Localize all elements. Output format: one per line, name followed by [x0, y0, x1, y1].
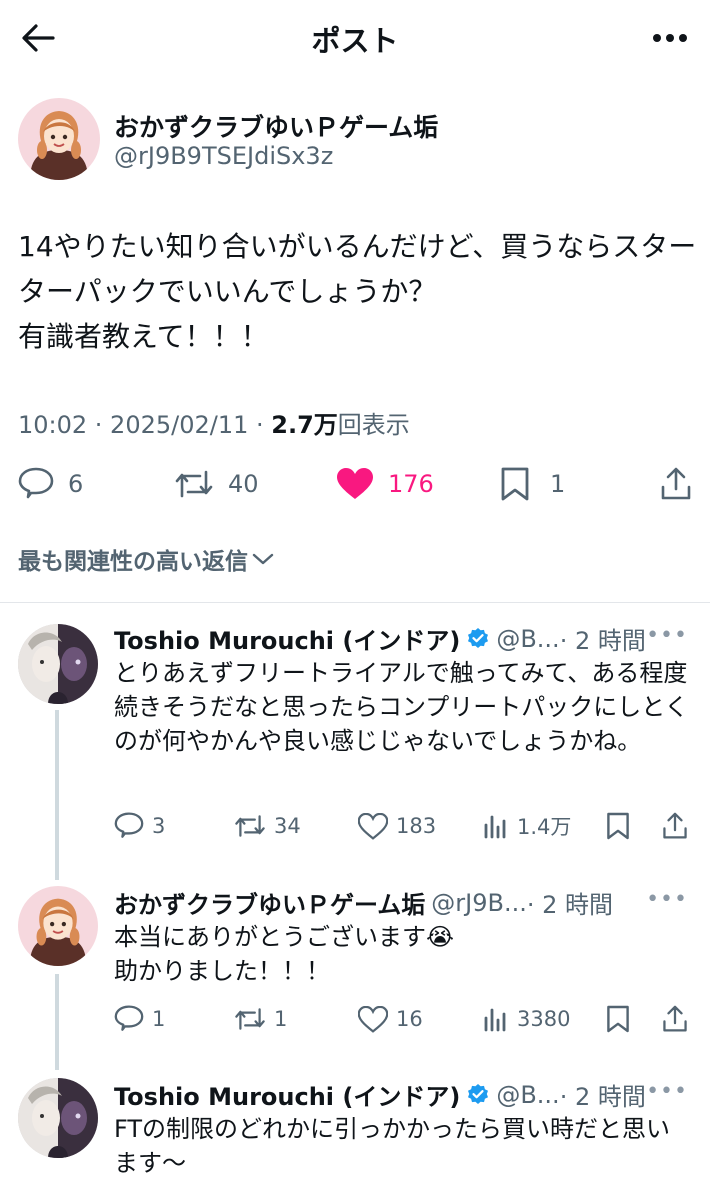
- avatar[interactable]: [18, 1078, 98, 1158]
- heart-icon: [358, 812, 388, 840]
- share-icon: [663, 812, 687, 839]
- chevron-down-icon: [252, 553, 274, 565]
- reply-text: 本当にありがとうございます😭 助かりました！！！: [114, 923, 455, 985]
- views-count: 3380: [517, 1007, 571, 1031]
- share-icon: [661, 467, 691, 500]
- reply-text: とりあえずフリートライアルで触ってみて、ある程度続きそうだなと思ったらコンプリー…: [114, 659, 689, 755]
- reply-count: 1: [152, 1007, 166, 1031]
- heart-icon: [337, 468, 373, 499]
- reply-sort-label: 最も関連性の高い返信: [18, 549, 248, 575]
- reply-author-handle[interactable]: @rJ9B...: [431, 889, 527, 917]
- reply-button[interactable]: 6: [18, 460, 83, 508]
- repost-button[interactable]: 40: [174, 460, 259, 508]
- post-view-label: 回表示: [337, 411, 410, 439]
- views-count: 1.4万: [517, 815, 572, 839]
- more-horizontal-icon[interactable]: •••: [646, 623, 688, 648]
- reply-button[interactable]: 1: [114, 1002, 165, 1036]
- like-button[interactable]: 176: [336, 460, 434, 508]
- repost-button[interactable]: 34: [234, 809, 301, 843]
- like-count: 16: [396, 1007, 423, 1031]
- reply-author-name[interactable]: Toshio Murouchi (インドア): [114, 621, 460, 656]
- repost-count: 34: [274, 814, 301, 838]
- reply-count: 3: [152, 814, 166, 838]
- post-action-bar: 6 40 176 1: [0, 460, 710, 508]
- verified-badge-icon: [468, 627, 489, 648]
- thread-line: [55, 974, 59, 1070]
- reply-timestamp[interactable]: · 2 時間: [560, 621, 646, 656]
- like-button[interactable]: 183: [358, 809, 436, 843]
- post-author-name[interactable]: おかずクラブゆいＰゲーム垢: [114, 108, 438, 144]
- bookmark-button[interactable]: [606, 1002, 630, 1036]
- reply-header: Toshio Murouchi (インドア) @B... · 2 時間: [114, 1077, 646, 1112]
- repost-icon: [175, 470, 213, 498]
- more-options-button[interactable]: [648, 20, 692, 56]
- reply-timestamp[interactable]: · 2 時間: [560, 1077, 646, 1112]
- reply-text: FTの制限のどれかに引っかかったら買い時だと思います〜: [114, 1115, 671, 1177]
- bookmark-icon: [501, 467, 529, 501]
- repost-count: 1: [274, 1007, 288, 1031]
- views-button[interactable]: 3380: [483, 1002, 570, 1036]
- bar-chart-icon: [484, 815, 506, 839]
- bookmark-button[interactable]: [606, 809, 630, 843]
- reply-timestamp[interactable]: · 2 時間: [527, 885, 613, 920]
- repost-button[interactable]: 1: [234, 1002, 287, 1036]
- post-author-handle[interactable]: @rJ9B9TSEJdiSx3z: [114, 142, 333, 170]
- post-text: 14やりたい知り合いがいるんだけど、買うならスターターパックでいいんでしょうか？…: [18, 230, 697, 353]
- reply-bubble-icon: [114, 1005, 144, 1031]
- verified-badge-icon: [468, 1083, 489, 1104]
- reply-sort-dropdown[interactable]: 最も関連性の高い返信: [18, 542, 274, 576]
- avatar[interactable]: [18, 98, 100, 180]
- reply-author-name[interactable]: Toshio Murouchi (インドア): [114, 1077, 460, 1112]
- more-horizontal-icon[interactable]: •••: [646, 887, 688, 912]
- thread-line: [55, 710, 59, 880]
- repost-icon: [235, 1008, 265, 1030]
- like-button[interactable]: 16: [358, 1002, 423, 1036]
- bookmark-icon: [607, 812, 629, 840]
- reply-bubble-icon: [18, 467, 54, 499]
- bookmark-button[interactable]: 1: [500, 460, 565, 508]
- page-title: ポスト: [311, 24, 399, 58]
- share-button[interactable]: [662, 1002, 688, 1036]
- views-button[interactable]: 1.4万: [483, 809, 571, 843]
- like-count: 176: [388, 470, 434, 498]
- more-horizontal-icon[interactable]: •••: [646, 1079, 688, 1104]
- avatar[interactable]: [18, 886, 98, 966]
- post-view-count[interactable]: 2.7万: [271, 411, 338, 439]
- share-button[interactable]: [660, 460, 692, 508]
- bookmark-count: 1: [550, 470, 566, 498]
- post-meta: 10:02 · 2025/02/11 · 2.7万回表示: [18, 405, 410, 440]
- reply-author-handle[interactable]: @B...: [496, 1081, 559, 1109]
- reply-author-name[interactable]: おかずクラブゆいＰゲーム垢: [114, 885, 425, 920]
- reply-header: おかずクラブゆいＰゲーム垢 @rJ9B... · 2 時間: [114, 885, 613, 920]
- share-icon: [663, 1005, 687, 1032]
- bookmark-icon: [607, 1005, 629, 1033]
- like-count: 183: [396, 814, 437, 838]
- top-bar: ポスト: [0, 0, 710, 78]
- avatar[interactable]: [18, 624, 98, 704]
- reply-button[interactable]: 3: [114, 809, 165, 843]
- heart-icon: [358, 1005, 388, 1033]
- post-timestamp[interactable]: 10:02 · 2025/02/11 ·: [18, 411, 271, 439]
- reply-header: Toshio Murouchi (インドア) @B... · 2 時間: [114, 621, 646, 656]
- reply-bubble-icon: [114, 812, 144, 838]
- reply-author-handle[interactable]: @B...: [496, 625, 559, 653]
- repost-count: 40: [228, 470, 259, 498]
- divider: [0, 602, 710, 603]
- share-button[interactable]: [662, 809, 688, 843]
- repost-icon: [235, 815, 265, 837]
- more-horizontal-icon: [653, 34, 687, 42]
- reply-count: 6: [68, 470, 84, 498]
- bar-chart-icon: [484, 1008, 506, 1032]
